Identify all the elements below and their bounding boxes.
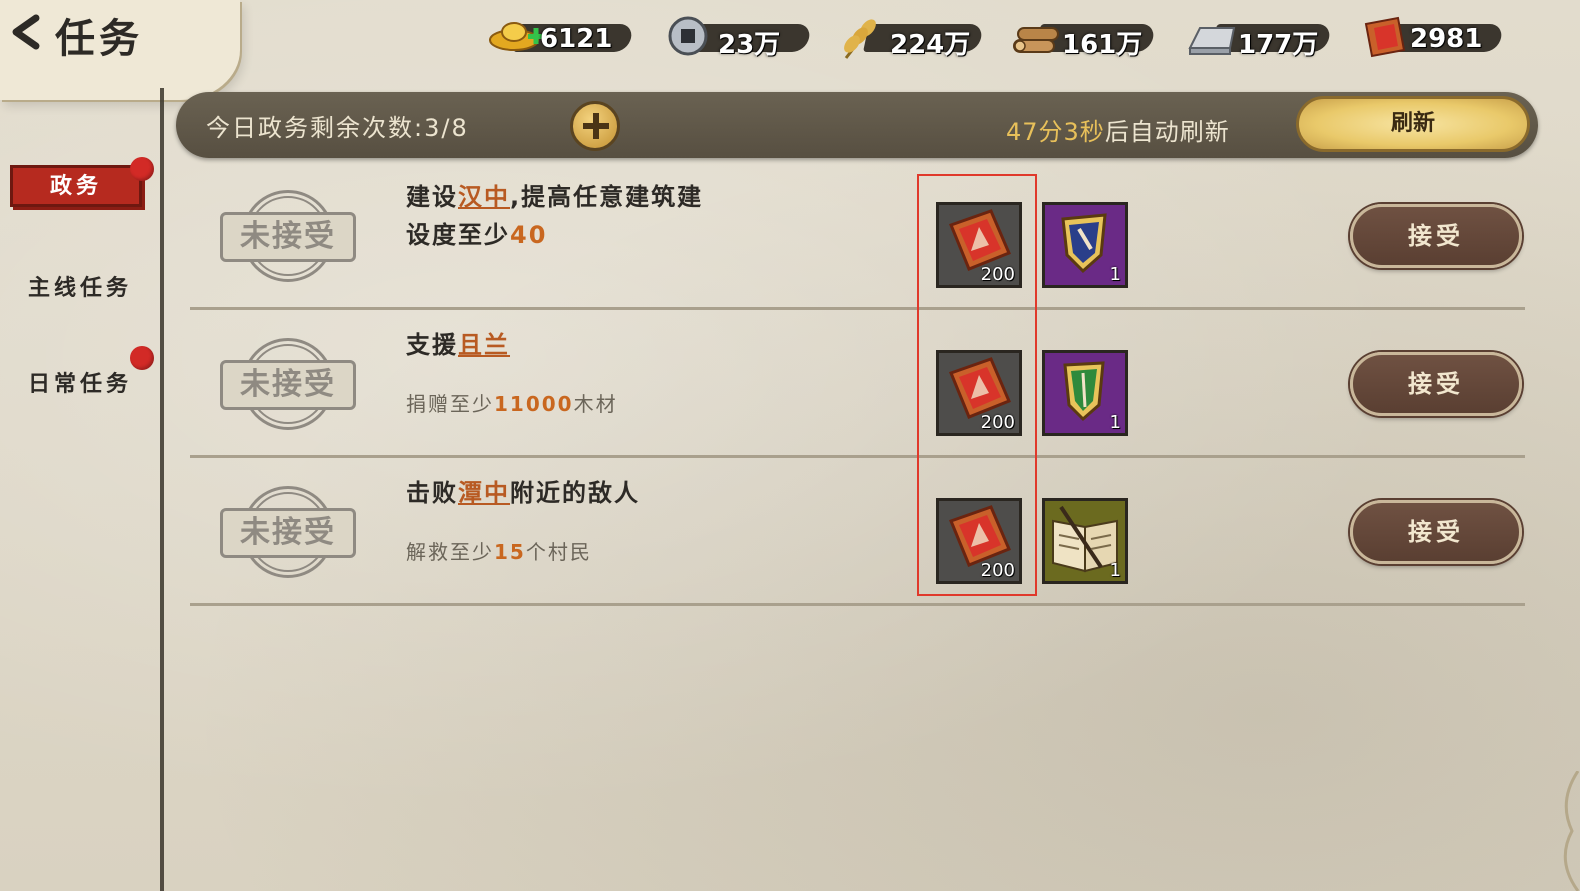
row-divider [190,603,1525,606]
page-title: 任务 [55,16,143,62]
sub-number: 15 [494,540,526,564]
status-stamp: 未接受 [220,486,356,582]
copper-coin-icon [668,16,708,56]
sidebar-item-daily-quest[interactable]: 日常任务 [0,366,160,398]
sub-text: 解救至少 [406,540,494,564]
task-description: 建设汉中,提高任意建筑建 设度至少40 [406,178,846,254]
title-tab: 任务 [0,0,240,100]
desc-text: 设度至少 [406,221,510,249]
task-description: 支援且兰 [406,326,846,364]
task-row: 未接受 支援且兰 捐赠至少11000木材 200 1 接受 [190,310,1525,458]
accept-button[interactable]: 接受 [1350,500,1522,564]
location-link[interactable]: 潭中 [458,479,510,507]
reward-item-banner[interactable]: 1 [1042,350,1128,436]
notification-badge [130,157,154,181]
task-row: 未接受 建设汉中,提高任意建筑建 设度至少40 200 1 接受 [190,162,1525,310]
reward-count: 1 [1109,560,1121,581]
reward-item-merit[interactable]: 200 [936,202,1022,288]
status-stamp: 未接受 [220,190,356,286]
reward-count: 1 [1109,264,1121,285]
desc-text: 击败 [406,479,458,507]
status-label: 未接受 [220,212,356,262]
desc-number: 40 [510,221,548,249]
sidebar-divider [160,88,164,891]
sidebar-item-government[interactable]: 政务 [4,157,148,215]
back-arrow-icon[interactable] [6,12,46,52]
accept-button[interactable]: 接受 [1350,204,1522,268]
resource-value: 23万 [718,30,781,60]
resource-value: 224万 [890,30,971,60]
resource-value: 177万 [1238,30,1319,60]
merit-badge-icon [1364,16,1406,58]
sub-number: 11000 [494,392,574,416]
task-subtext: 解救至少15个村民 [406,536,592,565]
task-description: 击败潭中附近的敌人 [406,474,846,512]
status-stamp: 未接受 [220,338,356,434]
wheat-icon [844,19,876,59]
desc-text: 支援 [406,331,458,359]
corner-ornament-icon [1563,771,1580,891]
resource-gold[interactable]: 6121 [488,14,638,56]
desc-text: 附近的敌人 [510,479,640,507]
sub-text: 捐赠至少 [406,392,494,416]
add-count-button[interactable] [570,101,620,151]
reward-count: 200 [980,412,1015,433]
accept-button[interactable]: 接受 [1350,352,1522,416]
reward-count: 200 [980,560,1015,581]
refresh-countdown: 47分3秒后自动刷新 [1006,112,1230,147]
desc-text: ,提高任意建筑建 [510,183,704,211]
gold-ingot-icon [489,22,544,51]
daily-info-bar: 今日政务剩余次数:3/8 47分3秒后自动刷新 刷新 [176,92,1538,158]
task-subtext: 捐赠至少11000木材 [406,388,618,417]
sub-text: 木材 [573,392,618,416]
sidebar-item-main-quest[interactable]: 主线任务 [0,270,160,302]
resource-value: 2981 [1410,24,1483,54]
resource-merit[interactable]: 2981 [1358,14,1508,58]
resource-value: 161万 [1062,30,1143,60]
status-label: 未接受 [220,360,356,410]
location-link[interactable]: 汉中 [458,183,510,211]
resource-iron[interactable]: 177万 [1186,14,1336,60]
desc-text: 建设 [406,183,458,211]
resource-wood[interactable]: 161万 [1010,14,1160,60]
sidebar-item-label: 政务 [49,174,102,199]
iron-ingot-icon [1188,27,1236,55]
remaining-count-label: 今日政务剩余次数:3/8 [206,114,469,142]
reward-item-banner[interactable]: 1 [1042,202,1128,288]
sidebar-item-label: 日常任务 [27,372,132,397]
resource-value: 6121 [540,24,613,54]
countdown-time: 47分3秒 [1006,118,1105,146]
reward-item-merit[interactable]: 200 [936,350,1022,436]
sidebar-item-label: 主线任务 [27,276,132,301]
countdown-suffix: 后自动刷新 [1104,118,1230,146]
resource-food[interactable]: 224万 [838,14,988,60]
refresh-button[interactable]: 刷新 [1296,96,1530,152]
sub-text: 个村民 [525,540,592,564]
reward-item-book[interactable]: 1 [1042,498,1128,584]
reward-count: 1 [1109,412,1121,433]
location-link[interactable]: 且兰 [458,331,510,359]
resource-coin[interactable]: 23万 [666,14,816,60]
wood-logs-icon [1013,27,1059,53]
reward-item-merit[interactable]: 200 [936,498,1022,584]
status-label: 未接受 [220,508,356,558]
reward-count: 200 [980,264,1015,285]
task-row: 未接受 击败潭中附近的敌人 解救至少15个村民 200 1 接受 [190,458,1525,606]
notification-badge [130,346,154,370]
